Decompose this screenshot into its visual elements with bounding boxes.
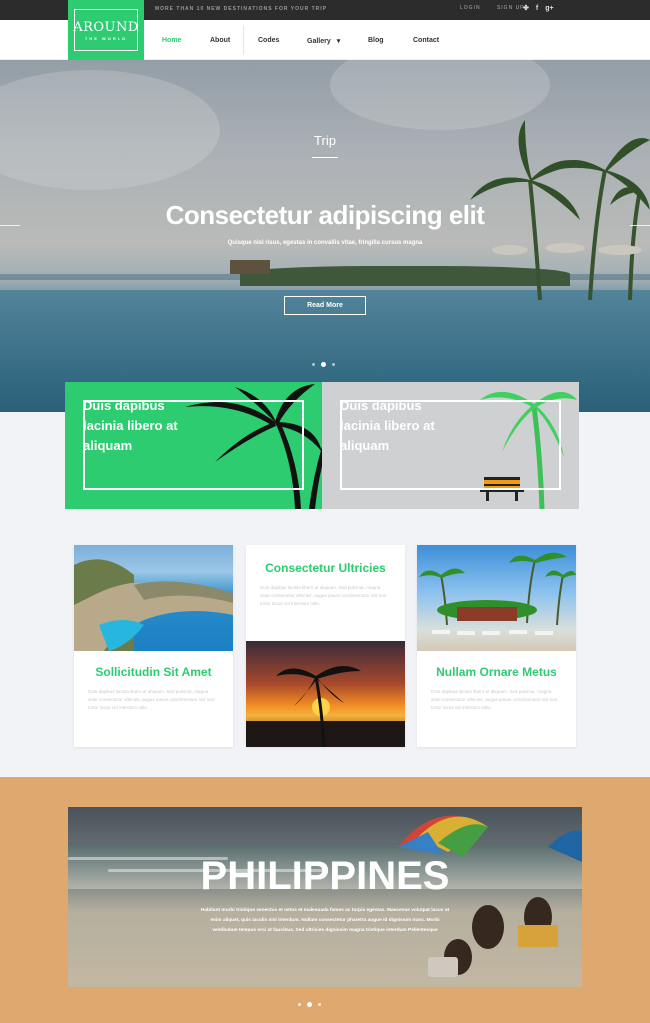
slide-dot-active[interactable] — [307, 1002, 312, 1007]
hero-overlay — [0, 60, 650, 412]
hero-subtitle: Quisque nisl risus, egestas in convallis… — [227, 240, 423, 246]
slide-dot[interactable] — [298, 1003, 301, 1006]
resort-beach-image — [419, 552, 576, 635]
slide-dot-active[interactable] — [321, 362, 326, 367]
chevron-down-icon: ▾ — [336, 38, 341, 45]
destination-title: PHILIPPINES — [200, 854, 450, 898]
destination-slide[interactable]: PHILIPPINES Habitant morbi tristique sen… — [68, 807, 582, 987]
cliff-beach-image — [74, 559, 233, 651]
sunset-palm-image — [246, 666, 405, 747]
card-image — [417, 545, 576, 651]
slide-dot[interactable] — [318, 1003, 321, 1006]
nav-codes[interactable]: Codes — [258, 37, 279, 44]
logo-main-text: AROUND — [73, 19, 139, 35]
nav-contact[interactable]: Contact — [413, 37, 439, 44]
card-title[interactable]: Nullam Ornare Metus — [417, 665, 576, 679]
twitter-icon[interactable]: ✤ — [523, 4, 529, 14]
social-links: ✤ f g+ — [523, 4, 554, 14]
nav-about[interactable]: About — [210, 37, 230, 44]
facebook-icon[interactable]: f — [536, 4, 538, 14]
card-text: Duis dapibus lacinia libero at aliquam. … — [431, 689, 558, 710]
card-title[interactable]: Consectetur Ultricies — [246, 561, 405, 575]
read-more-button[interactable]: Read More — [284, 296, 366, 315]
login-link[interactable]: LOGIN — [460, 5, 481, 11]
promo-text: Duis dapibus lacinia libero at aliquam — [340, 398, 435, 453]
hero-slider: Trip Consectetur adipiscing elit Quisque… — [0, 60, 650, 412]
nav-blog[interactable]: Blog — [368, 37, 384, 44]
card-title[interactable]: Sollicitudin Sit Amet — [74, 665, 233, 679]
tagline: MORE THAN 10 NEW DESTINATIONS FOR YOUR T… — [155, 6, 327, 12]
nav-gallery[interactable]: Gallery ▾ — [307, 37, 340, 45]
promo-banner-grey[interactable]: Duis dapibus lacinia libero at aliquam — [322, 382, 579, 509]
slide-dot[interactable] — [332, 363, 335, 366]
article-card[interactable]: Sollicitudin Sit Amet Duis dapibus lacin… — [74, 545, 233, 747]
hero-kicker-underline — [312, 157, 338, 158]
slide-dot[interactable] — [312, 363, 315, 366]
hero-title: Consectetur adipiscing elit — [165, 200, 485, 230]
article-card[interactable]: Nullam Ornare Metus Duis dapibus lacinia… — [417, 545, 576, 747]
site-logo[interactable]: AROUND THE WORLD — [68, 0, 144, 60]
card-image — [74, 545, 233, 651]
hero-kicker: Trip — [314, 133, 336, 148]
nav-home[interactable]: Home — [162, 37, 181, 44]
signup-link[interactable]: SIGN UP — [497, 5, 525, 11]
google-plus-icon[interactable]: g+ — [545, 4, 553, 14]
destination-text: Habitant morbi tristique senectus et net… — [200, 908, 450, 933]
article-card[interactable]: Consectetur Ultricies Duis dapibus lacin… — [246, 545, 405, 747]
hero-slide-dots — [312, 362, 335, 367]
nav-divider — [243, 25, 244, 55]
card-text: Duis dapibus lacinia libero at aliquam. … — [88, 689, 215, 710]
logo-frame: AROUND THE WORLD — [73, 9, 139, 51]
card-image — [246, 641, 405, 747]
logo-sub-text: THE WORLD — [84, 35, 128, 41]
destination-slide-dots — [298, 1002, 321, 1007]
card-text: Duis dapibus lacinia libero at aliquam. … — [260, 585, 387, 606]
promo-text: Duis dapibus lacinia libero at aliquam — [83, 398, 178, 453]
nav-gallery-label: Gallery — [307, 38, 331, 45]
promo-banner-green[interactable]: Duis dapibus lacinia libero at aliquam — [65, 382, 322, 509]
